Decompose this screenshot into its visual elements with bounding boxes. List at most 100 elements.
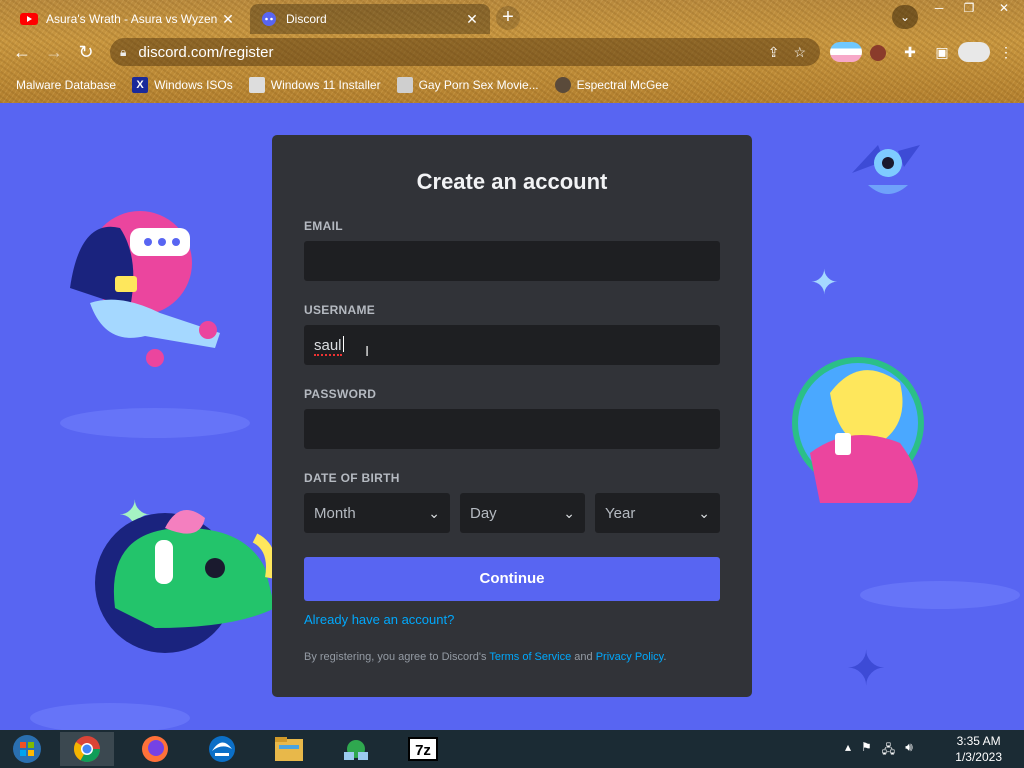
browser-chrome: Asura's Wrath - Asura vs Wyzen ✕ Discord… [0, 0, 1024, 103]
text-cursor-icon: Ι [365, 343, 370, 360]
discord-register-page: ✦ ✦ ✦ Create an account EMAIL USERNAME s… [0, 103, 1024, 730]
tab-title: Discord [286, 12, 327, 26]
clock[interactable]: 3:35 AM 1/3/2023 [955, 733, 1002, 765]
browser-toolbar: ← → ↻ 🔒︎ discord.com/register ⇪ ☆ ✚ ▣ ⋮ [0, 34, 1024, 70]
extension-flag-icon[interactable] [830, 42, 862, 62]
background-cloud [60, 408, 250, 438]
clock-date: 1/3/2023 [955, 750, 1002, 764]
toolbar-extensions: ✚ ▣ ⋮ [830, 42, 1022, 62]
page-icon [248, 77, 265, 93]
tab-discord[interactable]: Discord ✕ [250, 4, 490, 34]
tab-strip: Asura's Wrath - Asura vs Wyzen ✕ Discord… [0, 0, 1024, 34]
background-cloud [30, 703, 190, 730]
email-label: EMAIL [304, 219, 343, 233]
chevron-down-icon: ⌄ [428, 504, 440, 521]
dob-label: DATE OF BIRTH [304, 471, 400, 485]
day-placeholder: Day [470, 504, 497, 522]
lock-icon: 🔒︎ [120, 44, 127, 59]
character-hoodie-illustration [70, 211, 220, 367]
avatar-icon [554, 77, 571, 93]
bookmark-site[interactable]: Gay Porn Sex Movie... [396, 77, 539, 93]
username-value: saul [314, 337, 342, 356]
username-value-wrap: saul [314, 336, 344, 356]
bat-creature-illustration [852, 145, 920, 194]
x-logo-icon: X [132, 77, 149, 93]
legal-suffix: . [663, 651, 667, 663]
sparkle-icon: ✦ [846, 643, 887, 696]
edge-icon[interactable] [195, 732, 249, 766]
close-window-icon[interactable]: ✕ [984, 0, 1024, 18]
system-tray: ▴ ⚑ 🖧︎ 🔊︎ [845, 740, 923, 761]
bookmark-label: Windows 11 Installer [270, 78, 381, 92]
bookmark-label: Windows ISOs [154, 78, 233, 92]
password-label: PASSWORD [304, 387, 377, 401]
network-status-icon[interactable]: 🖧︎ [882, 740, 895, 761]
bookmark-espectral-mcgee[interactable]: Espectral McGee [554, 77, 669, 93]
share-icon[interactable]: ⇪ [768, 44, 780, 61]
year-placeholder: Year [605, 504, 636, 522]
restore-icon[interactable]: ❐ [954, 0, 984, 18]
forward-arrow-icon[interactable]: → [42, 40, 66, 64]
legal-and: and [571, 651, 596, 663]
7zip-icon[interactable]: 7z [396, 732, 450, 766]
register-form-card: Create an account EMAIL USERNAME saul Ι … [272, 135, 752, 697]
extension-avatar-icon[interactable] [862, 43, 894, 61]
minimize-icon[interactable]: ─ [924, 0, 954, 18]
login-link[interactable]: Already have an account? [304, 612, 454, 627]
sparkle-icon: ✦ [810, 264, 839, 302]
chevron-down-icon: ⌄ [698, 504, 710, 521]
reload-icon[interactable]: ↻ [74, 40, 98, 64]
tab-title: Asura's Wrath - Asura vs Wyzen [46, 12, 218, 26]
tab-close-icon[interactable]: ✕ [464, 11, 480, 28]
bookmark-windows-isos[interactable]: X Windows ISOs [132, 77, 233, 93]
bookmark-star-icon[interactable]: ☆ [793, 44, 806, 61]
window-controls: ─ ❐ ✕ [924, 0, 1024, 18]
bookmark-label: Espectral McGee [576, 78, 669, 92]
bookmark-label: Gay Porn Sex Movie... [418, 78, 539, 92]
tab-youtube[interactable]: Asura's Wrath - Asura vs Wyzen ✕ [10, 4, 246, 34]
profile-icon[interactable] [958, 42, 990, 62]
bookmark-label: Malware Database [16, 78, 117, 92]
windows-taskbar: 7z ▴ ⚑ 🖧︎ 🔊︎ 3:35 AM 1/3/2023 [0, 730, 1024, 768]
action-center-flag-icon[interactable]: ⚑ [861, 740, 872, 761]
bookmark-malware-database[interactable]: Malware Database [16, 78, 116, 92]
month-select[interactable]: Month ⌄ [304, 493, 450, 533]
windows-start-icon[interactable] [0, 732, 54, 766]
terms-link[interactable]: Terms of Service [489, 651, 571, 663]
discord-icon [262, 12, 276, 26]
url-text: discord.com/register [138, 43, 274, 61]
firefox-icon[interactable] [128, 732, 182, 766]
legal-prefix: By registering, you agree to Discord's [304, 651, 490, 663]
network-icon[interactable] [329, 732, 383, 766]
continue-button[interactable]: Continue [304, 557, 720, 601]
email-field[interactable] [304, 241, 720, 281]
text-caret [342, 336, 344, 352]
extensions-puzzle-icon[interactable]: ✚ [894, 44, 926, 61]
show-hidden-icons-icon[interactable]: ▴ [845, 740, 851, 761]
chrome-icon[interactable] [60, 732, 114, 766]
chevron-down-icon: ⌄ [563, 504, 575, 521]
year-select[interactable]: Year ⌄ [595, 493, 720, 533]
bookmarks-bar: Malware Database X Windows ISOs Windows … [0, 70, 1024, 100]
new-tab-button[interactable]: + [496, 6, 520, 30]
character-green-monster-illustration [95, 510, 275, 653]
username-label: USERNAME [304, 303, 376, 317]
back-arrow-icon[interactable]: ← [10, 40, 34, 64]
tab-close-icon[interactable]: ✕ [220, 11, 236, 28]
day-select[interactable]: Day ⌄ [460, 493, 585, 533]
7zip-label: 7z [408, 737, 438, 761]
tab-search-chevron-icon[interactable]: ⌄ [892, 5, 918, 29]
page-title: Create an account [416, 169, 608, 194]
bookmark-windows-11-installer[interactable]: Windows 11 Installer [248, 77, 381, 93]
file-explorer-icon[interactable] [262, 732, 316, 766]
privacy-link[interactable]: Privacy Policy [596, 651, 664, 663]
address-bar[interactable]: 🔒︎ discord.com/register ⇪ ☆ [110, 38, 820, 66]
side-panel-icon[interactable]: ▣ [926, 44, 958, 61]
password-field[interactable] [304, 409, 720, 449]
site-icon [396, 77, 413, 93]
legal-text: By registering, you agree to Discord's T… [304, 651, 666, 663]
month-placeholder: Month [314, 504, 356, 522]
kebab-menu-icon[interactable]: ⋮ [990, 44, 1022, 61]
clock-time: 3:35 AM [956, 734, 1001, 748]
volume-icon[interactable]: 🔊︎ [905, 740, 913, 761]
